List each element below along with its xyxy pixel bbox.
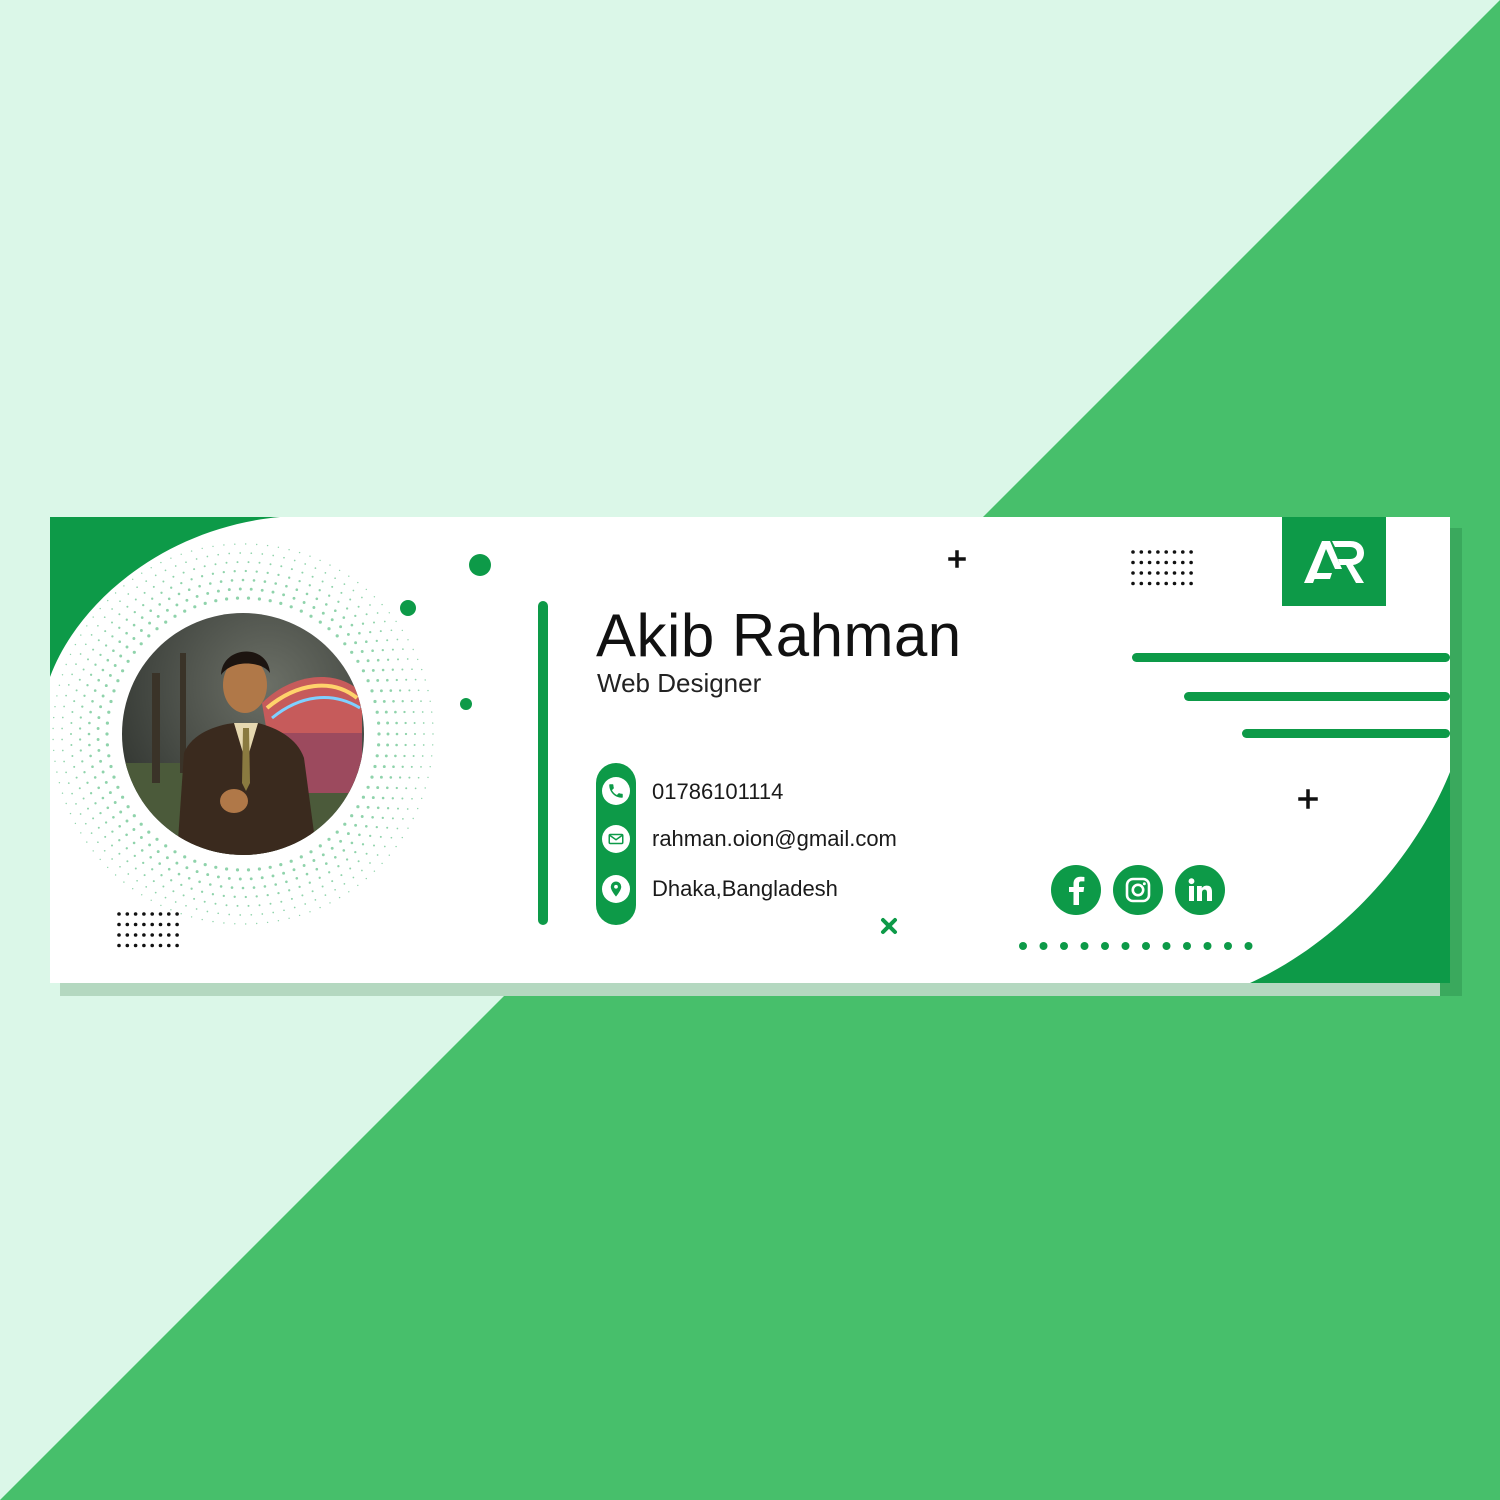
profile-name: Akib Rahman <box>596 602 962 669</box>
instagram-button[interactable] <box>1113 865 1163 915</box>
mail-icon <box>602 825 630 853</box>
email-signature-card: Akib Rahman Web Designer 01786101114 rah… <box>50 517 1450 983</box>
facebook-icon <box>1069 876 1085 905</box>
linkedin-icon <box>1188 878 1212 901</box>
linkedin-button[interactable] <box>1175 865 1225 915</box>
contact-email[interactable]: rahman.oion@gmail.com <box>652 826 897 852</box>
ar-logo <box>1282 517 1386 606</box>
profile-title: Web Designer <box>597 668 762 698</box>
ar-logo-mark <box>1304 540 1364 583</box>
instagram-icon <box>1125 877 1151 903</box>
divider-bar <box>538 601 548 925</box>
contact-icon-pill <box>596 763 636 925</box>
profile-photo <box>122 613 364 855</box>
facebook-button[interactable] <box>1051 865 1101 915</box>
location-pin-icon <box>602 875 630 903</box>
phone-icon <box>602 777 630 805</box>
contact-location: Dhaka,Bangladesh <box>652 876 838 901</box>
contact-phone[interactable]: 01786101114 <box>652 779 783 805</box>
